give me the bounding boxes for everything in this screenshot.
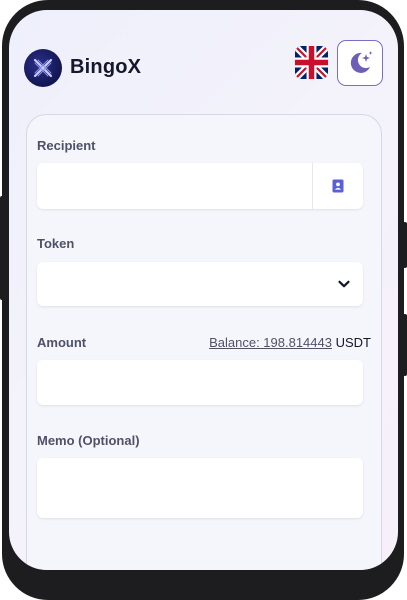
balance-link[interactable]: Balance: 198.814443 [209, 335, 332, 350]
balance-display: Balance: 198.814443 USDT [209, 335, 371, 350]
amount-label: Amount [37, 335, 87, 350]
recipient-label: Recipient [37, 138, 96, 153]
token-select[interactable] [37, 262, 363, 306]
app-header: BingoX [9, 10, 398, 110]
theme-toggle-button[interactable] [337, 40, 383, 86]
amount-input[interactable] [37, 360, 363, 405]
language-button[interactable] [295, 46, 328, 79]
balance-unit: USDT [335, 335, 371, 350]
token-label: Token [37, 236, 75, 251]
memo-input[interactable] [37, 458, 363, 518]
send-form-card: Recipient Token Amount Balance: 198.8144… [26, 114, 382, 570]
phone-mockup: BingoX Recipient Token Amount Balance: 1… [0, 0, 407, 600]
uk-flag-icon [295, 46, 328, 79]
memo-label: Memo (Optional) [37, 433, 140, 448]
recipient-field[interactable] [37, 163, 363, 209]
contact-book-icon [332, 179, 344, 193]
brand-name: BingoX [70, 56, 142, 78]
moon-stars-icon [350, 51, 373, 73]
contact-book-button[interactable] [312, 163, 363, 209]
app-screen: BingoX Recipient Token Amount Balance: 1… [9, 10, 398, 570]
chevron-down-icon [338, 280, 350, 288]
bingox-logo-icon [24, 49, 62, 87]
